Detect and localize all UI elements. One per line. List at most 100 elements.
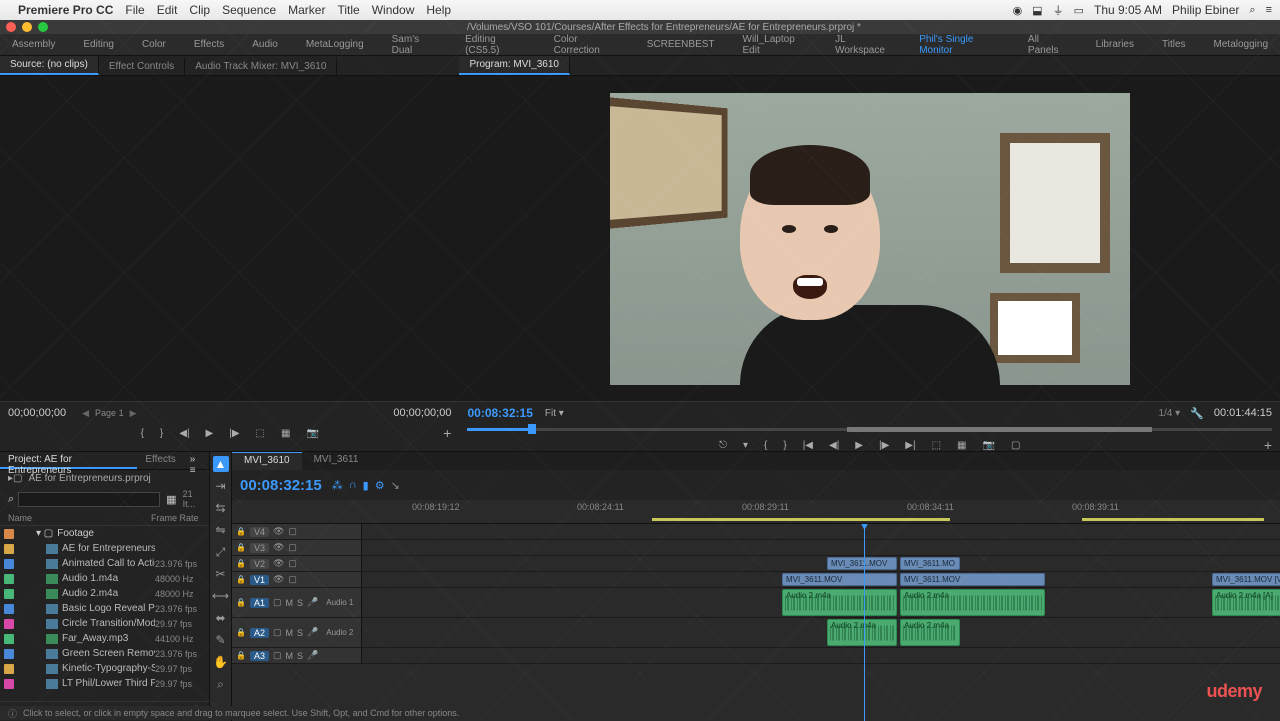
src-step-back[interactable]: ◀| (179, 428, 189, 439)
program-tc-right[interactable]: 00:01:44:15 (1214, 407, 1272, 419)
timeline-tracks[interactable]: 🔒V4👁▢ 🔒V3👁▢ 🔒V2👁▢ MVI_3611.MOV MVI_3611.… (232, 524, 1280, 721)
program-monitor[interactable] (459, 76, 1280, 401)
marker-icon[interactable]: ▮ (363, 479, 369, 492)
sequence-tab-1[interactable]: MVI_3610 (232, 452, 302, 470)
sequence-tab-2[interactable]: MVI_3611 (302, 452, 371, 470)
workspace-titles[interactable]: Titles (1162, 39, 1186, 50)
workspace-phils-single[interactable]: Phil's Single Monitor (919, 34, 1000, 56)
close-window-button[interactable] (6, 22, 16, 32)
prog-safe-margins[interactable]: ▢ (1011, 440, 1020, 451)
settings-icon[interactable]: ⚙ (375, 479, 385, 492)
menu-icon[interactable]: ≡ (1266, 4, 1272, 16)
wifi-icon[interactable]: ⏚ (1053, 2, 1064, 18)
project-item[interactable]: Animated Call to Actio23.976 fps (0, 556, 209, 571)
workspace-screenbest[interactable]: SCREENBEST (647, 39, 715, 50)
menu-file[interactable]: File (125, 3, 144, 17)
source-monitor[interactable] (0, 76, 459, 401)
prog-go-out[interactable]: ▶| (905, 440, 915, 451)
timeline-timecode[interactable]: 00:08:32:15 (240, 477, 322, 494)
linked-selection-icon[interactable]: ∩ (349, 479, 357, 492)
source-tc-right[interactable]: 00;00;00;00 (393, 407, 451, 419)
program-zoom[interactable]: 1/4 ▾ (1158, 408, 1180, 419)
clip-a1-3[interactable]: Audio 2.m4a [A] (1212, 589, 1280, 616)
workspace-metalogging2[interactable]: Metalogging (1214, 39, 1268, 50)
program-tab[interactable]: Program: MVI_3610 (459, 56, 570, 75)
razor-tool[interactable]: ✂ (213, 566, 229, 582)
project-item[interactable]: AE for Entrepreneurs.j (0, 541, 209, 556)
wrench-icon[interactable]: ↘ (391, 479, 400, 492)
prog-export-frame[interactable]: ⎋ (719, 440, 727, 451)
menu-clip[interactable]: Clip (189, 3, 210, 17)
prog-camera[interactable]: 📷 (983, 440, 995, 451)
workspace-editing[interactable]: Editing (83, 39, 114, 50)
src-add-button[interactable]: + (443, 425, 451, 441)
clip-v2-1[interactable]: MVI_3611.MOV (827, 557, 897, 570)
src-insert[interactable]: ⬚ (256, 428, 265, 439)
src-overwrite[interactable]: ▦ (281, 428, 290, 439)
workspace-audio[interactable]: Audio (252, 39, 278, 50)
zoom-tool[interactable]: ⌕ (213, 676, 229, 692)
prog-step-fwd[interactable]: |▶ (879, 440, 889, 451)
project-item[interactable]: Basic Logo Reveal Pre23.976 fps (0, 601, 209, 616)
col-framerate[interactable]: Frame Rate (151, 513, 201, 523)
user-name[interactable]: Philip Ebiner (1172, 3, 1239, 17)
menu-title[interactable]: Title (337, 3, 359, 17)
src-step-fwd[interactable]: |▶ (229, 428, 239, 439)
filter-icon[interactable]: ▦ (166, 493, 176, 506)
minimize-window-button[interactable] (22, 22, 32, 32)
pen-tool[interactable]: ✎ (213, 632, 229, 648)
app-name[interactable]: Premiere Pro CC (18, 3, 113, 17)
prog-mark-in[interactable]: { (764, 440, 767, 451)
clip-a1-2[interactable]: Audio 2.m4a (900, 589, 1045, 616)
project-item[interactable]: Audio 2.m4a48000 Hz (0, 586, 209, 601)
effects-tab[interactable]: Effects (137, 452, 183, 469)
snap-icon[interactable]: ⁂ (332, 479, 343, 492)
workspace-libraries[interactable]: Libraries (1096, 39, 1134, 50)
prog-mark-out[interactable]: } (783, 440, 786, 451)
battery-icon[interactable]: ▭ (1074, 4, 1084, 17)
src-mark-in[interactable]: { (141, 428, 144, 439)
dropbox-icon[interactable]: ⬓ (1032, 4, 1042, 17)
ripple-tool[interactable]: ⇆ (213, 500, 229, 516)
workspace-color[interactable]: Color (142, 39, 166, 50)
project-item[interactable]: Far_Away.mp344100 Hz (0, 631, 209, 646)
project-search-input[interactable] (18, 492, 160, 507)
search-icon[interactable]: ⌕ (1249, 4, 1255, 17)
playhead[interactable] (864, 524, 865, 721)
source-tab[interactable]: Source: (no clips) (0, 56, 99, 75)
slip-tool[interactable]: ⟷ (213, 588, 229, 604)
clip-v1-3[interactable]: MVI_3611.MOV [V] (1212, 573, 1280, 586)
workspace-effects[interactable]: Effects (194, 39, 224, 50)
clip-v1-1[interactable]: MVI_3611.MOV (782, 573, 897, 586)
workspace-assembly[interactable]: Assembly (12, 39, 55, 50)
workspace-sams-dual[interactable]: Sam's Dual (392, 34, 437, 56)
cc-icon[interactable]: ◉ (1013, 4, 1023, 17)
prog-go-in[interactable]: |◀ (803, 440, 813, 451)
menu-marker[interactable]: Marker (288, 3, 325, 17)
bin-footage[interactable]: ▾ ▢ Footage (0, 526, 209, 541)
workspace-color-correction[interactable]: Color Correction (554, 34, 619, 56)
hand-tool[interactable]: ✋ (213, 654, 229, 670)
wrench-icon[interactable]: 🔧 (1190, 407, 1204, 420)
prog-mark-clip[interactable]: ▾ (743, 440, 748, 451)
project-tab[interactable]: Project: AE for Entrepreneurs (0, 452, 137, 469)
prog-extract[interactable]: ▦ (957, 440, 966, 451)
source-tc-left[interactable]: 00;00;00;00 (8, 407, 66, 419)
workspace-metalogging[interactable]: MetaLogging (306, 39, 364, 50)
project-list[interactable]: ▾ ▢ Footage AE for Entrepreneurs.jAnimat… (0, 526, 209, 701)
rolling-tool[interactable]: ⇋ (213, 522, 229, 538)
src-export[interactable]: 📷 (306, 428, 318, 439)
panel-menu-icon[interactable]: » ≡ (184, 452, 209, 469)
project-item[interactable]: Circle Transition/Mod29.97 fps (0, 616, 209, 631)
src-mark-out[interactable]: } (160, 428, 163, 439)
workspace-will-laptop[interactable]: Will_Laptop Edit (743, 34, 808, 56)
project-item[interactable]: Audio 1.m4a48000 Hz (0, 571, 209, 586)
program-fit[interactable]: Fit ▾ (545, 408, 564, 419)
maximize-window-button[interactable] (38, 22, 48, 32)
project-item[interactable]: LT Phil/Lower Third Pr29.97 fps (0, 676, 209, 691)
source-page-prev[interactable]: ◀ (82, 408, 89, 419)
clip-a1-1[interactable]: Audio 2.m4a (782, 589, 897, 616)
program-scrubber[interactable] (467, 424, 1272, 436)
prog-add-button[interactable]: + (1264, 437, 1272, 453)
project-item[interactable]: Green Screen Removal23.976 fps (0, 646, 209, 661)
